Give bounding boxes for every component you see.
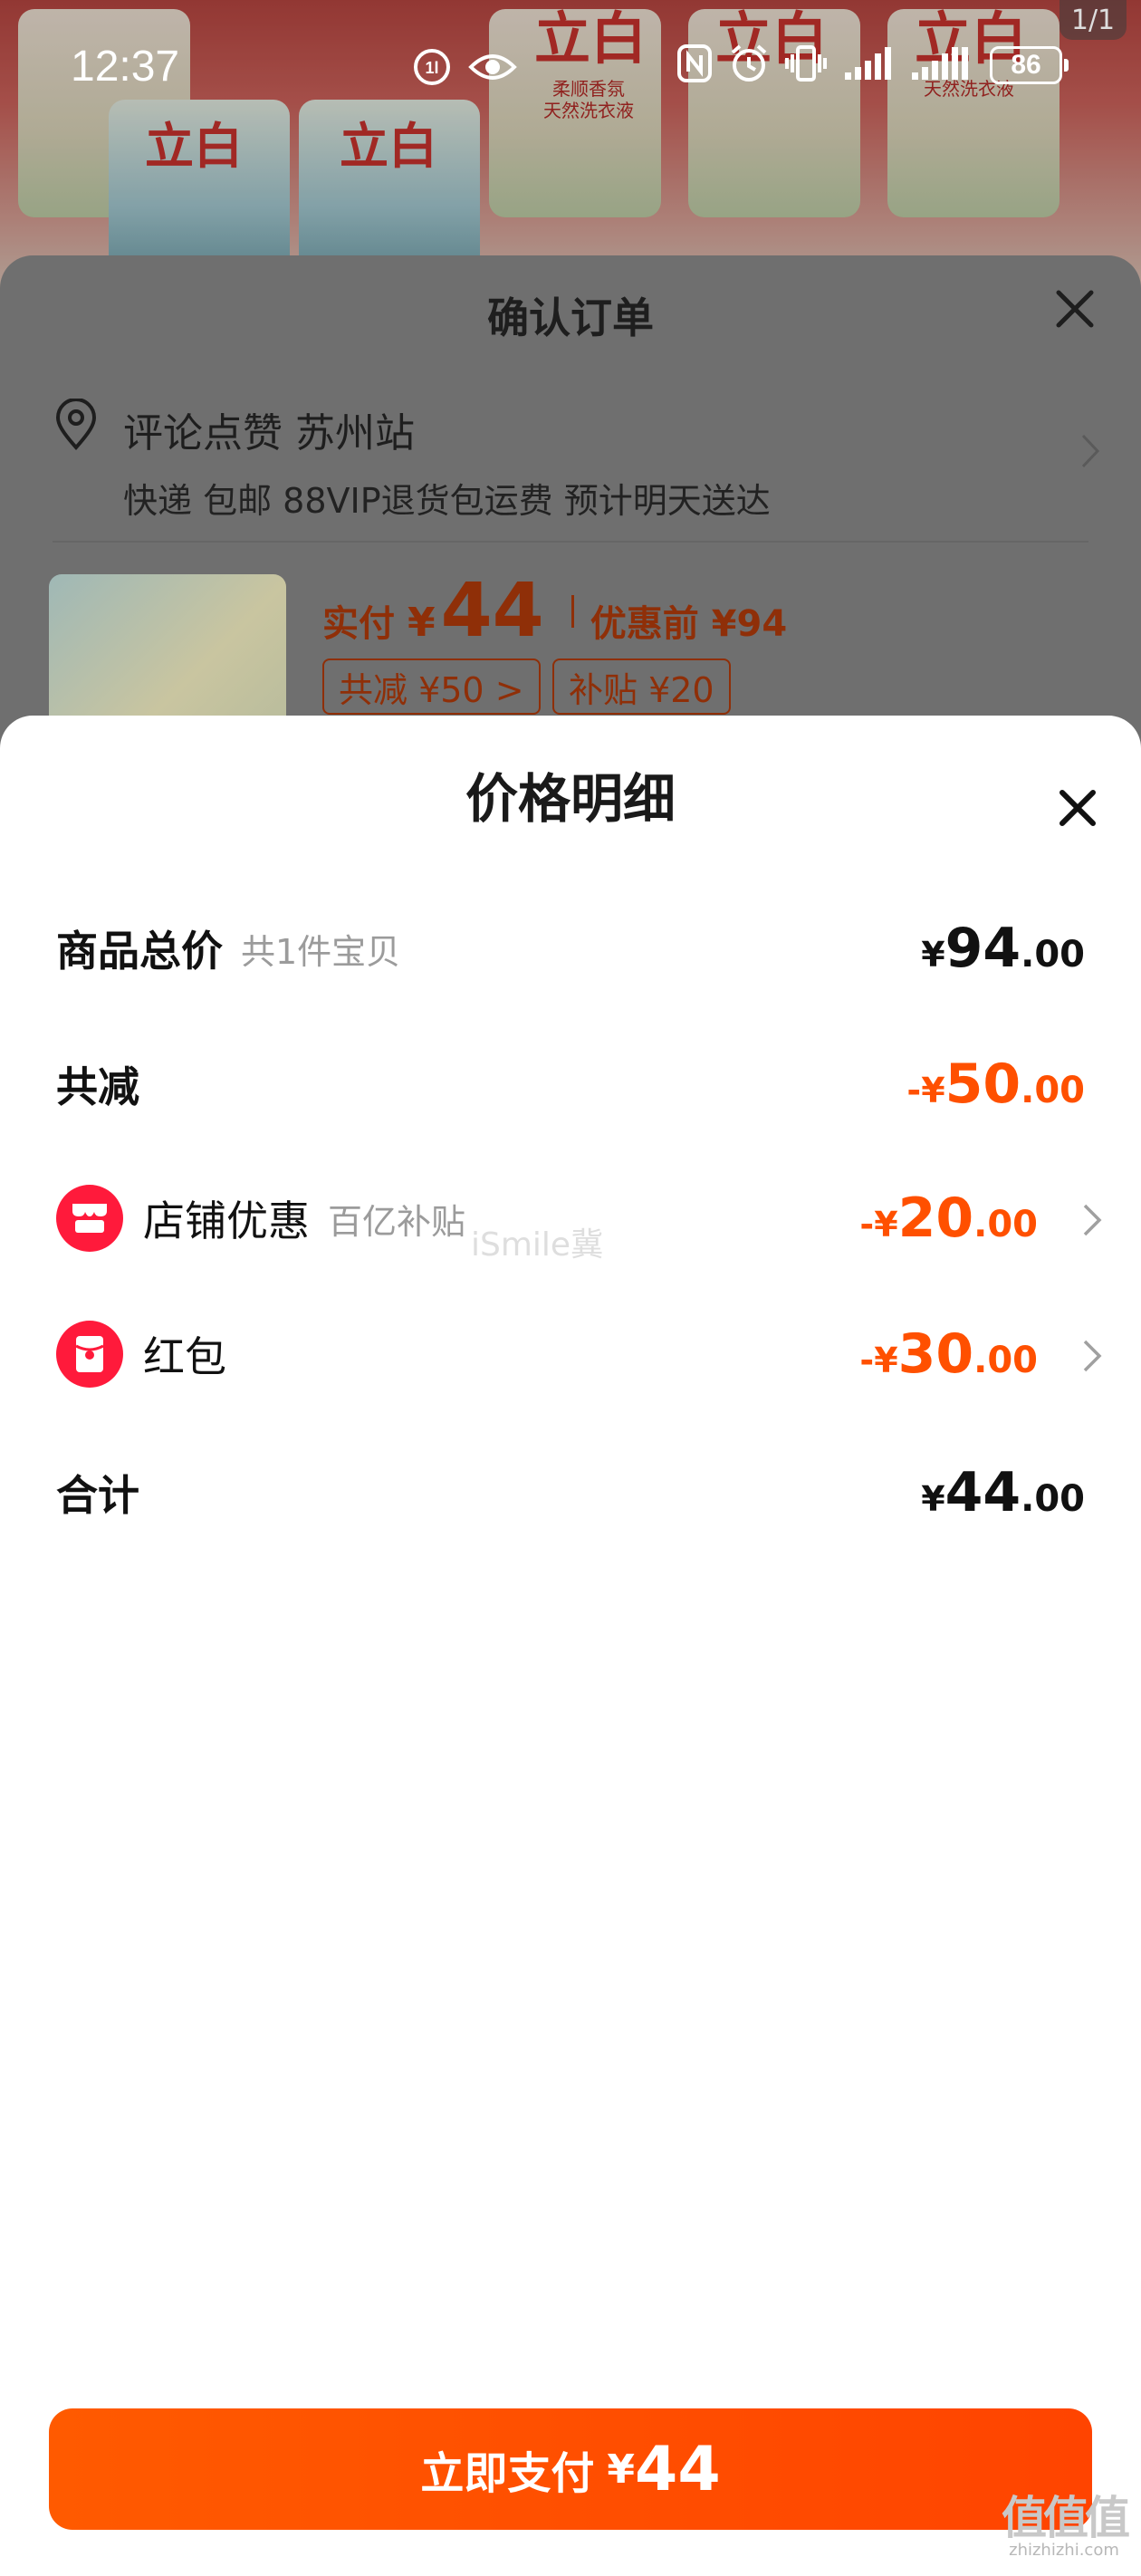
- pay-amount: 44: [440, 568, 544, 654]
- price-row-total: 合计 ¥ 44 .00: [56, 1456, 1085, 1529]
- battery-level: 86: [990, 46, 1062, 84]
- order-sheet-title: 确认订单: [487, 293, 654, 342]
- price-detail-title: 价格明细: [465, 768, 676, 830]
- chevron-right-icon[interactable]: [1081, 1338, 1103, 1378]
- separator: [570, 594, 574, 628]
- row-sublabel: 共1件宝贝: [241, 931, 401, 972]
- currency-symbol: ¥: [408, 600, 436, 646]
- currency-symbol: ¥: [921, 935, 945, 975]
- amount-decimal: .00: [973, 1204, 1038, 1245]
- alarm-icon: [729, 43, 769, 87]
- divider: [53, 541, 1088, 543]
- amount-integer: 50: [944, 1053, 1021, 1116]
- row-amount: ¥ 94 .00: [921, 917, 1085, 980]
- actual-pay-summary: 实付 ¥ 44 优惠前 ¥94: [322, 568, 787, 654]
- chevron-right-icon[interactable]: [1081, 1202, 1103, 1242]
- row-amount: - ¥ 20 .00: [859, 1187, 1038, 1250]
- row-label: 共减: [56, 1062, 139, 1111]
- status-left-icons: 1l: [412, 47, 517, 87]
- close-icon[interactable]: [1054, 288, 1096, 333]
- row-amount: ¥ 44 .00: [921, 1461, 1085, 1524]
- site-logo-text: 值值值: [1002, 2492, 1130, 2544]
- currency-symbol: ¥: [874, 1205, 898, 1245]
- amount-decimal: .00: [973, 1340, 1038, 1381]
- amount-integer: 20: [897, 1187, 974, 1250]
- minus-sign: -: [859, 1205, 875, 1245]
- row-amount: - ¥ 30 .00: [859, 1322, 1038, 1386]
- original-price: 优惠前 ¥94: [590, 603, 788, 645]
- address-name[interactable]: 评论点赞 苏州站: [123, 400, 415, 458]
- pay-label: 实付: [322, 603, 395, 645]
- amount-integer: 30: [897, 1322, 974, 1386]
- currency-symbol: ¥: [874, 1341, 898, 1380]
- minus-sign: -: [906, 1071, 922, 1110]
- nfc-icon: [676, 43, 713, 87]
- watermark: iSmile冀: [471, 1226, 604, 1264]
- currency-symbol: ¥: [921, 1071, 945, 1110]
- order-confirm-sheet: 确认订单 评论点赞 苏州站 快递 包邮 88VIP退货包运费 预计明天送达 实付…: [0, 255, 1141, 763]
- minus-sign: -: [859, 1341, 875, 1380]
- amount-decimal: .00: [1021, 934, 1085, 976]
- svg-text:1l: 1l: [425, 59, 438, 77]
- row-amount: - ¥ 50 .00: [906, 1053, 1085, 1116]
- row-label: 商品总价: [56, 927, 223, 976]
- pay-button-label: 立即支付: [420, 2448, 595, 2499]
- delivery-info: 快递 包邮 88VIP退货包运费 预计明天送达: [123, 481, 771, 521]
- vibrate-icon: [785, 43, 827, 87]
- location-pin-icon: [53, 398, 100, 455]
- amount-integer: 44: [944, 1461, 1021, 1524]
- row-sublabel: 百亿补贴: [328, 1201, 466, 1242]
- site-watermark-logo: 值值值 zhizhizhi.com: [996, 2495, 1132, 2560]
- discount-chip[interactable]: 共减 ¥50 >: [322, 658, 541, 715]
- battery-nub: [1064, 59, 1069, 72]
- red-packet-icon: [56, 1321, 123, 1388]
- subsidy-chip: 补贴 ¥20: [552, 658, 731, 715]
- close-icon[interactable]: [1058, 788, 1098, 831]
- battery-icon: 86: [990, 46, 1069, 84]
- signal-icon: [910, 45, 973, 85]
- row-label: 店铺优惠: [143, 1197, 310, 1245]
- chevron-right-icon[interactable]: [1079, 432, 1101, 474]
- store-icon: [56, 1185, 123, 1252]
- currency-symbol: ¥: [607, 2446, 635, 2493]
- site-logo-url: zhizhizhi.com: [1009, 2541, 1119, 2560]
- signal-icon: [843, 45, 894, 85]
- price-detail-sheet: 价格明细 商品总价 共1件宝贝 ¥ 94 .00 共减 - ¥ 50 .00 店…: [0, 716, 1141, 2576]
- row-label: 合计: [56, 1471, 139, 1520]
- data-saver-icon: 1l: [412, 47, 452, 87]
- price-row-red-packet[interactable]: 红包 - ¥ 30 .00: [56, 1318, 1102, 1390]
- pay-now-button[interactable]: 立即支付 ¥ 44: [49, 2408, 1092, 2530]
- price-row-total-discount: 共减 - ¥ 50 .00: [56, 1048, 1085, 1120]
- amount-integer: 94: [944, 917, 1021, 980]
- currency-symbol: ¥: [921, 1479, 945, 1519]
- pay-button-amount: 44: [635, 2433, 721, 2505]
- status-bar: 12:37 1l 86: [0, 0, 1141, 136]
- row-label: 红包: [143, 1332, 226, 1381]
- price-row-subtotal: 商品总价 共1件宝贝 ¥ 94 .00: [56, 912, 1085, 985]
- amount-decimal: .00: [1021, 1070, 1085, 1111]
- eye-icon: [468, 49, 517, 85]
- status-time: 12:37: [71, 43, 180, 91]
- status-right-icons: 86: [676, 43, 1069, 87]
- amount-decimal: .00: [1021, 1478, 1085, 1520]
